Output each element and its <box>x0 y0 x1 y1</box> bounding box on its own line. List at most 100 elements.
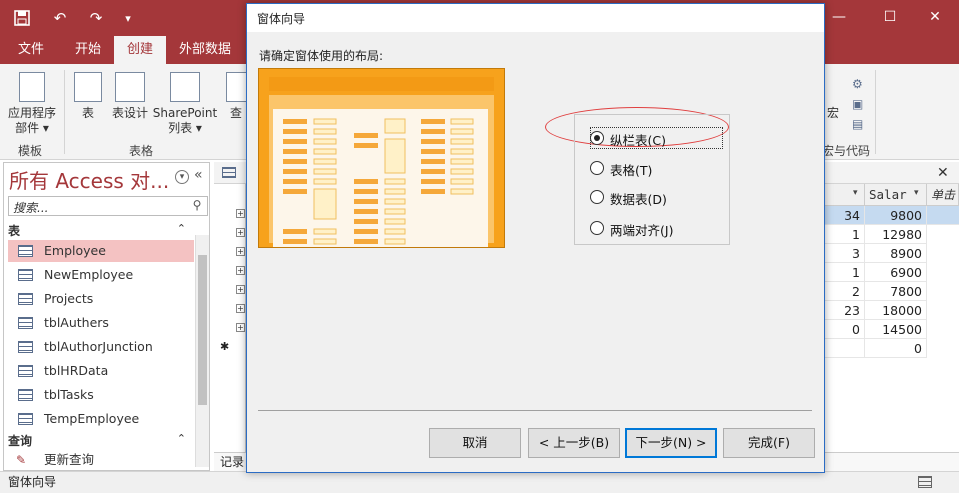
nav-item-tblauthers[interactable]: tblAuthers <box>8 312 194 334</box>
radio-datasheet[interactable] <box>590 190 604 204</box>
customize-quick-access-icon[interactable]: ▾ <box>118 8 138 28</box>
query-button[interactable]: 查 <box>226 72 246 121</box>
layout-options-group: 纵栏表(C) 表格(T) 数据表(D) 两端对齐(J) <box>574 114 730 245</box>
cell-left[interactable]: 2 <box>825 282 865 301</box>
column-dropdown-icon[interactable]: ▾ <box>853 188 858 198</box>
nav-item-projects[interactable]: Projects <box>8 288 194 310</box>
collapse-chevron-icon[interactable]: ⌃ <box>177 222 186 235</box>
scrollbar-thumb[interactable] <box>198 255 207 405</box>
cell-salary[interactable]: 6900 <box>865 263 927 282</box>
nav-item-update-query[interactable]: ✎ 更新查询 <box>8 450 194 470</box>
cell-salary[interactable]: 14500 <box>865 320 927 339</box>
nav-item-tblauthorjunction[interactable]: tblAuthorJunction <box>8 336 194 358</box>
cell-salary[interactable]: 12980 <box>865 225 927 244</box>
group-label-templates: 模板 <box>18 144 43 158</box>
redo-icon[interactable]: ↷ <box>86 8 106 28</box>
dialog-title-bar: 窗体向导 <box>247 4 824 32</box>
class-module-icon[interactable]: ⚙ <box>852 74 863 94</box>
back-button[interactable]: < 上一步(B) <box>528 428 620 458</box>
cancel-button[interactable]: 取消 <box>429 428 521 458</box>
macro-label: 宏 <box>826 106 839 120</box>
macro-small-icons[interactable]: ⚙ ▣ ▤ <box>852 74 863 134</box>
app-parts-button[interactable]: 应用程序 部件 ▾ <box>4 72 60 136</box>
radio-tabular[interactable] <box>590 161 604 175</box>
option-justified-label: 两端对齐(J) <box>610 223 674 238</box>
nav-item-label: Projects <box>44 291 94 306</box>
section-queries[interactable]: 查询 ⌃ <box>8 432 194 450</box>
app-parts-label: 应用程序 部件 ▾ <box>7 106 56 135</box>
tab-home[interactable]: 开始 <box>62 36 114 64</box>
nav-menu-chevron-icon[interactable]: ▾ <box>175 170 189 184</box>
table-tab-icon[interactable] <box>222 167 236 178</box>
tab-file[interactable]: 文件 <box>0 36 62 64</box>
maximize-icon[interactable]: ☐ <box>876 4 904 30</box>
table-button[interactable]: 表 <box>70 72 106 121</box>
expand-row-icon[interactable]: + <box>236 304 245 313</box>
nav-item-tbltasks[interactable]: tblTasks <box>8 384 194 406</box>
radio-justified[interactable] <box>590 221 604 235</box>
nav-search-input[interactable]: 搜索... ⚲ <box>8 196 208 216</box>
close-document-icon[interactable]: ✕ <box>937 165 949 181</box>
datasheet-view-icon[interactable] <box>918 476 932 488</box>
record-label: 记录 <box>220 455 245 469</box>
option-datasheet-label: 数据表(D) <box>610 192 667 207</box>
cell-salary[interactable]: 0 <box>865 339 927 358</box>
expand-row-icon[interactable]: + <box>236 323 245 332</box>
cell-left[interactable]: 23 <box>825 301 865 320</box>
nav-item-label: TempEmployee <box>44 411 140 426</box>
expand-row-icon[interactable]: + <box>236 266 245 275</box>
cell-salary[interactable]: 18000 <box>865 301 927 320</box>
section-tables[interactable]: 表 ⌃ <box>8 222 194 240</box>
status-bar: 窗体向导 <box>0 471 959 493</box>
cell-left[interactable]: 34 <box>825 206 865 225</box>
collapse-pane-icon[interactable]: « <box>194 167 203 183</box>
cell-left[interactable]: 1 <box>825 225 865 244</box>
table-icon <box>18 413 33 425</box>
cell-left[interactable]: 0 <box>825 320 865 339</box>
collapse-chevron-icon[interactable]: ⌃ <box>177 432 186 445</box>
finish-button[interactable]: 完成(F) <box>723 428 815 458</box>
nav-item-tblhrdata[interactable]: tblHRData <box>8 360 194 382</box>
cell-left[interactable]: 1 <box>825 263 865 282</box>
save-icon[interactable] <box>12 8 32 28</box>
minimize-icon[interactable]: — <box>825 4 853 30</box>
nav-item-newemployee[interactable]: NewEmployee <box>8 264 194 286</box>
visual-basic-icon[interactable]: ▤ <box>852 114 863 134</box>
nav-scrollbar[interactable] <box>195 235 209 467</box>
sharepoint-list-button[interactable]: SharePoint 列表 ▾ <box>152 72 218 136</box>
cell-empty[interactable] <box>927 206 959 225</box>
cell-left[interactable]: 3 <box>825 244 865 263</box>
search-icon[interactable]: ⚲ <box>189 198 205 214</box>
undo-icon[interactable]: ↶ <box>50 8 70 28</box>
tab-create[interactable]: 创建 <box>114 36 166 64</box>
cell-salary[interactable]: 7800 <box>865 282 927 301</box>
section-tables-label: 表 <box>8 224 21 238</box>
table-design-button[interactable]: 表设计 <box>108 72 152 121</box>
cell-left[interactable] <box>825 339 865 358</box>
form-wizard-dialog: 窗体向导 请确定窗体使用的布局: 纵栏表(C) 表格(T) 数据表(D) 两端对… <box>246 3 825 473</box>
nav-pane-title[interactable]: 所有 Access 对... <box>9 165 169 194</box>
table-icon <box>18 245 33 257</box>
search-placeholder: 搜索... <box>13 201 49 215</box>
sharepoint-list-icon <box>170 72 200 102</box>
radio-columnar[interactable] <box>590 131 604 145</box>
next-button[interactable]: 下一步(N) > <box>625 428 717 458</box>
cell-salary[interactable]: 9800 <box>865 206 927 225</box>
nav-item-tempemployee[interactable]: TempEmployee <box>8 408 194 430</box>
expand-row-icon[interactable]: + <box>236 228 245 237</box>
expand-row-icon[interactable]: + <box>236 285 245 294</box>
table-icon <box>18 317 33 329</box>
column-header-prev[interactable] <box>825 184 865 206</box>
expand-row-icon[interactable]: + <box>236 247 245 256</box>
tab-external-data[interactable]: 外部数据 <box>166 36 244 64</box>
close-window-icon[interactable]: ✕ <box>921 4 949 30</box>
cell-salary[interactable]: 8900 <box>865 244 927 263</box>
column-dropdown-icon[interactable]: ▾ <box>914 188 919 198</box>
nav-item-employee[interactable]: Employee <box>8 240 194 262</box>
table-icon <box>18 269 33 281</box>
expand-row-icon[interactable]: + <box>236 209 245 218</box>
module-icon[interactable]: ▣ <box>852 94 863 114</box>
column-header-click-to-add[interactable]: 单击 <box>927 184 959 206</box>
group-separator-2 <box>875 70 876 154</box>
macro-button[interactable]: 宏 <box>826 72 840 121</box>
